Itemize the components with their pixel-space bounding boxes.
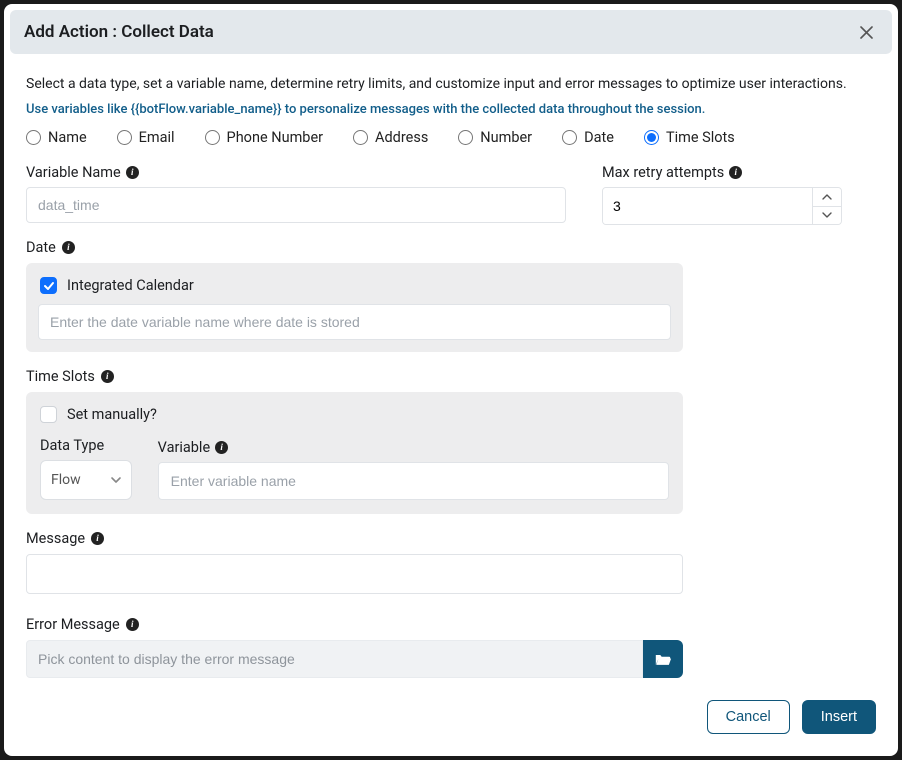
error-message-label: Error Message: [26, 616, 120, 633]
radio-address[interactable]: Address: [353, 129, 428, 146]
data-type-label: Data Type: [40, 437, 132, 454]
message-label-row: Message i: [26, 530, 876, 547]
insert-button[interactable]: Insert: [802, 700, 876, 734]
radio-timeslots-input[interactable]: [644, 130, 659, 145]
radio-date[interactable]: Date: [562, 129, 614, 146]
info-icon[interactable]: i: [126, 618, 139, 631]
folder-open-icon: [654, 652, 672, 667]
radio-email-input[interactable]: [117, 130, 132, 145]
max-retry-group: Max retry attempts i: [602, 164, 842, 225]
error-message-input[interactable]: [26, 640, 643, 678]
radio-timeslots-label: Time Slots: [666, 129, 735, 146]
ts-variable-label: Variable: [158, 439, 210, 456]
set-manually-checkbox[interactable]: [40, 406, 57, 423]
dialog-footer: Cancel Insert: [4, 686, 898, 756]
variable-name-label: Variable Name: [26, 164, 121, 181]
radio-date-input[interactable]: [562, 130, 577, 145]
data-type-value: Flow: [51, 472, 81, 488]
ts-variable-input[interactable]: [158, 462, 669, 500]
info-icon[interactable]: i: [101, 370, 114, 383]
info-icon[interactable]: i: [91, 532, 104, 545]
radio-phone[interactable]: Phone Number: [205, 129, 324, 146]
radio-timeslots[interactable]: Time Slots: [644, 129, 735, 146]
pick-content-button[interactable]: [643, 640, 683, 678]
integrated-calendar-label: Integrated Calendar: [67, 277, 194, 294]
hint-text: Use variables like {{botFlow.variable_na…: [26, 102, 876, 117]
intro-text: Select a data type, set a variable name,…: [26, 76, 876, 92]
close-button[interactable]: [854, 20, 878, 44]
radio-number-label: Number: [480, 129, 532, 146]
radio-date-label: Date: [584, 129, 614, 146]
variable-name-input[interactable]: [26, 187, 566, 223]
radio-email[interactable]: Email: [117, 129, 175, 146]
radio-address-label: Address: [375, 129, 428, 146]
set-manually-row[interactable]: Set manually?: [38, 404, 671, 433]
chevron-up-icon: [822, 194, 832, 200]
date-panel: Integrated Calendar: [26, 263, 683, 352]
date-variable-input[interactable]: [38, 304, 671, 340]
max-retry-input[interactable]: [603, 188, 812, 224]
radio-phone-label: Phone Number: [227, 129, 324, 146]
data-type-radios: Name Email Phone Number Address Number D…: [26, 129, 876, 146]
radio-name-label: Name: [48, 129, 87, 146]
chevron-down-icon: [822, 212, 832, 218]
radio-email-label: Email: [139, 129, 175, 146]
variable-col: Variable i: [158, 439, 669, 500]
data-type-select[interactable]: Flow: [40, 460, 132, 500]
date-section-label: Date i: [26, 239, 876, 256]
max-retry-label: Max retry attempts: [602, 164, 724, 181]
message-input[interactable]: [26, 554, 683, 594]
set-manually-label: Set manually?: [67, 406, 157, 423]
chevron-down-icon: [109, 473, 123, 487]
dialog-title: Add Action : Collect Data: [24, 22, 214, 42]
radio-number-input[interactable]: [458, 130, 473, 145]
radio-address-input[interactable]: [353, 130, 368, 145]
radio-number[interactable]: Number: [458, 129, 532, 146]
message-label: Message: [26, 530, 85, 547]
info-icon[interactable]: i: [62, 241, 75, 254]
integrated-calendar-row[interactable]: Integrated Calendar: [38, 275, 671, 304]
check-icon: [43, 280, 55, 292]
radio-name[interactable]: Name: [26, 129, 87, 146]
radio-name-input[interactable]: [26, 130, 41, 145]
info-icon[interactable]: i: [729, 166, 742, 179]
retry-increase-button[interactable]: [813, 188, 841, 207]
integrated-calendar-checkbox[interactable]: [40, 277, 57, 294]
collect-data-dialog: Add Action : Collect Data Select a data …: [4, 4, 898, 756]
timeslots-panel: Set manually? Data Type Flow Variable i: [26, 392, 683, 514]
dialog-header: Add Action : Collect Data: [10, 10, 892, 54]
retry-decrease-button[interactable]: [813, 207, 841, 225]
info-icon[interactable]: i: [215, 441, 228, 454]
timeslots-inputs: Data Type Flow Variable i: [38, 433, 671, 502]
variable-name-group: Variable Name i: [26, 164, 566, 225]
error-message-label-row: Error Message i: [26, 616, 876, 633]
name-retry-row: Variable Name i Max retry attempts i: [26, 164, 876, 225]
date-label: Date: [26, 239, 56, 256]
max-retry-spinner: [602, 187, 842, 225]
error-message-row: [26, 640, 683, 678]
close-icon: [860, 26, 873, 39]
radio-phone-input[interactable]: [205, 130, 220, 145]
dialog-body: Select a data type, set a variable name,…: [4, 54, 898, 686]
data-type-col: Data Type Flow: [40, 437, 132, 500]
cancel-button[interactable]: Cancel: [707, 700, 790, 734]
info-icon[interactable]: i: [126, 166, 139, 179]
timeslots-label: Time Slots: [26, 368, 95, 385]
timeslots-section-label: Time Slots i: [26, 368, 876, 385]
